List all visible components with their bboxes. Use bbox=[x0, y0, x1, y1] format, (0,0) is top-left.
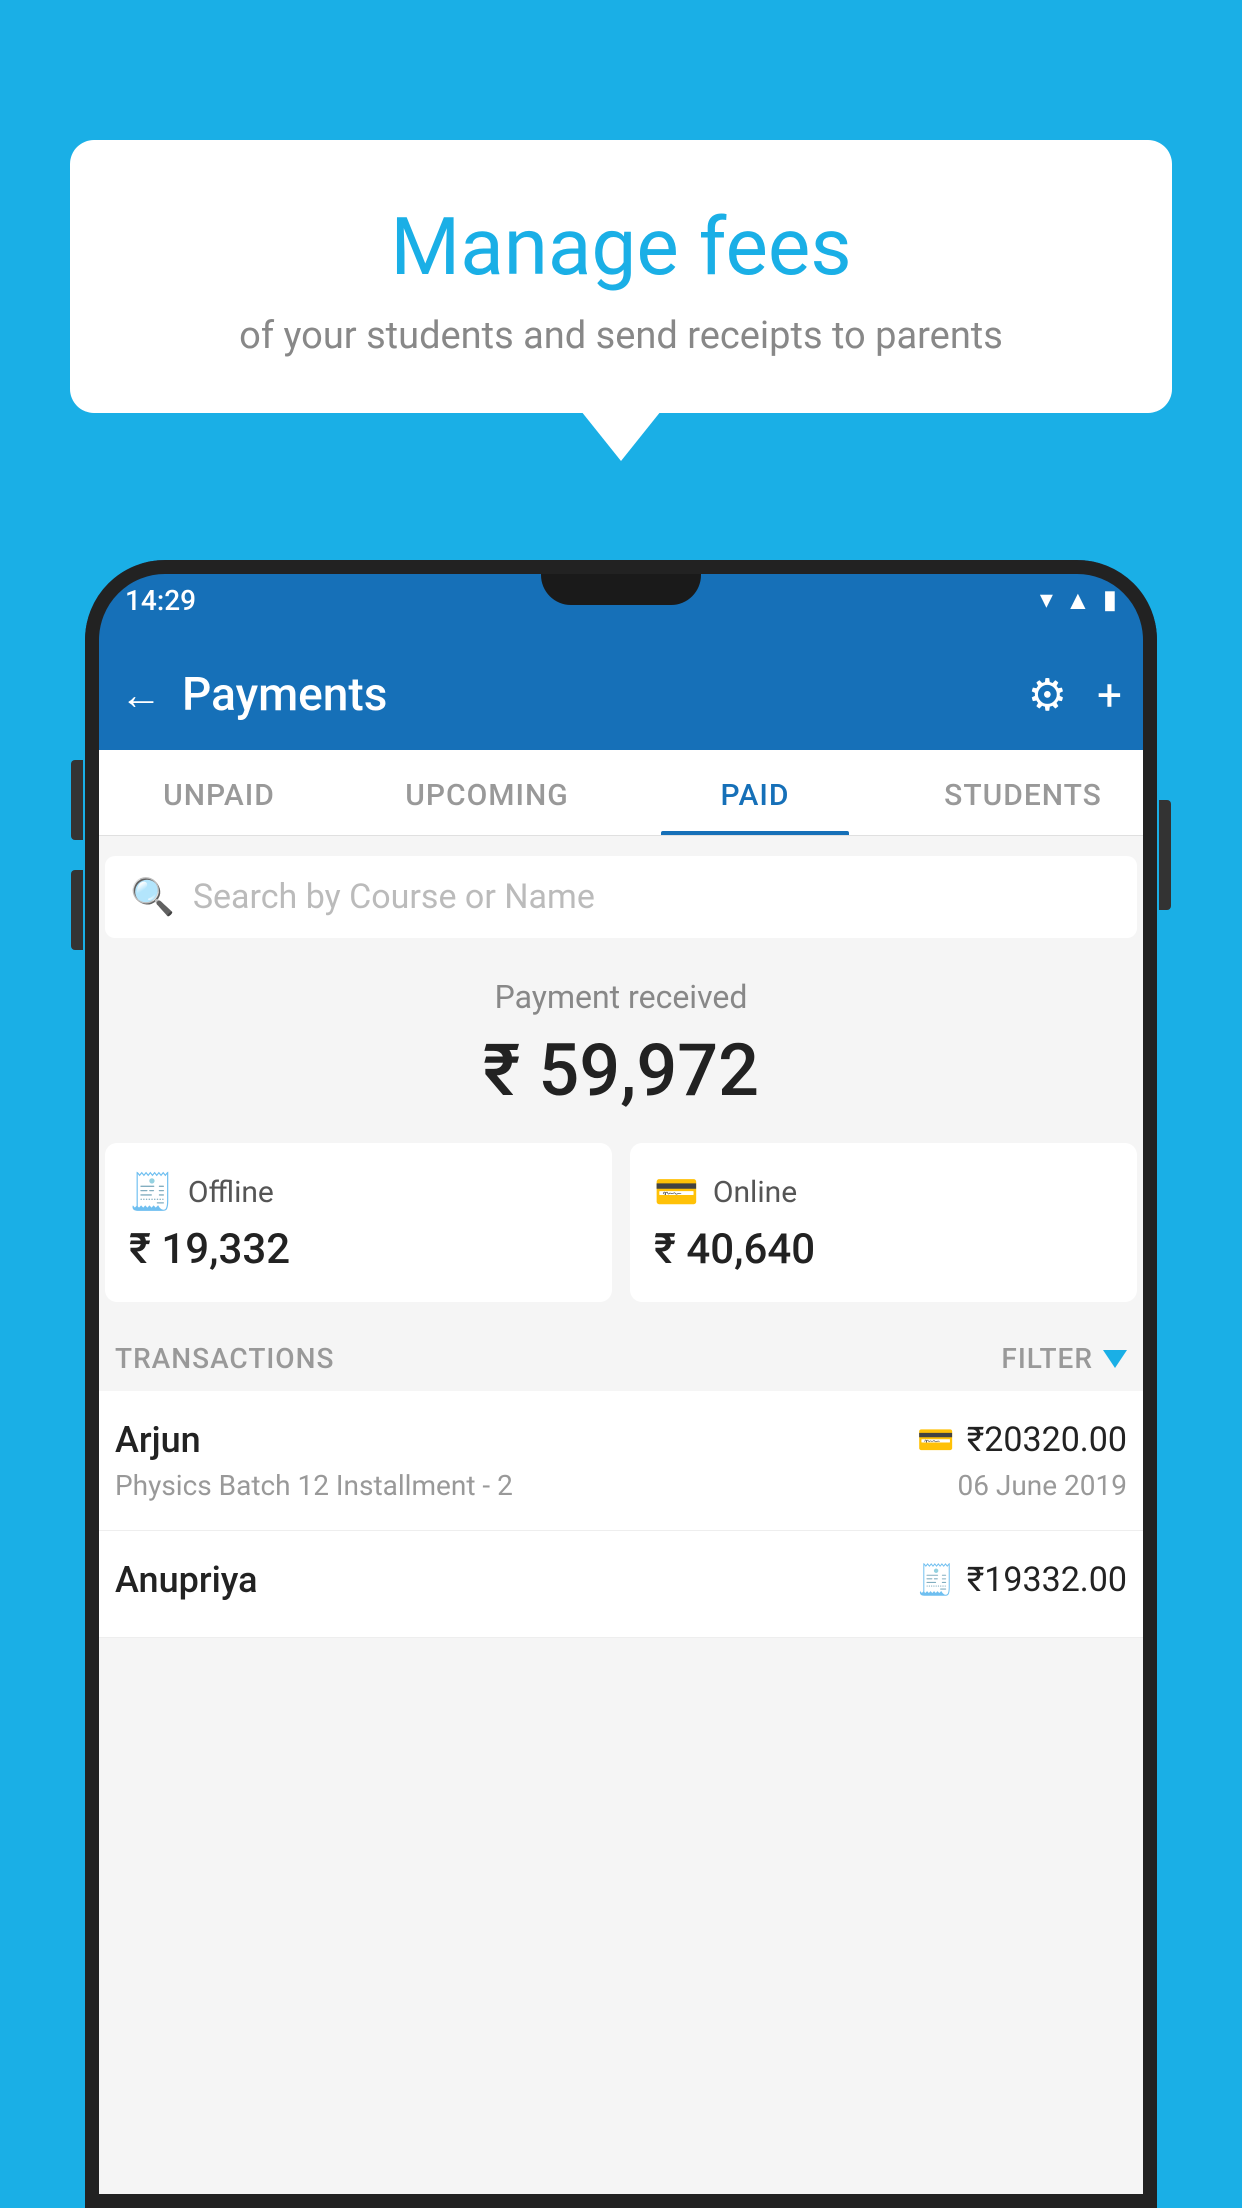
payment-received-amount: ₹ 59,972 bbox=[105, 1028, 1137, 1113]
status-icons: ▾ ▲ ▮ bbox=[1040, 585, 1117, 616]
volume-up-button bbox=[71, 760, 83, 840]
online-card-header: 💳 Online bbox=[654, 1171, 1113, 1213]
transaction-name-arjun: Arjun bbox=[115, 1419, 201, 1461]
transaction-course-arjun: Physics Batch 12 Installment - 2 bbox=[115, 1469, 513, 1502]
app-header: ← Payments ⚙ + bbox=[85, 640, 1157, 750]
online-amount: ₹ 40,640 bbox=[654, 1225, 1113, 1274]
app-content: 🔍 Search by Course or Name Payment recei… bbox=[85, 836, 1157, 2208]
cash-pay-icon: 🧾 bbox=[917, 1563, 954, 1598]
transactions-label: TRANSACTIONS bbox=[115, 1342, 334, 1375]
add-icon[interactable]: + bbox=[1097, 669, 1122, 721]
transaction-amount-wrapper-arjun: 💳 ₹20320.00 bbox=[917, 1420, 1127, 1460]
status-time: 14:29 bbox=[125, 584, 196, 617]
payment-received-section: Payment received ₹ 59,972 bbox=[85, 938, 1157, 1143]
signal-icon: ▲ bbox=[1065, 585, 1091, 616]
bubble-subtitle: of your students and send receipts to pa… bbox=[120, 314, 1122, 358]
transaction-date-arjun: 06 June 2019 bbox=[957, 1469, 1127, 1502]
filter-button[interactable]: FILTER bbox=[1001, 1342, 1127, 1375]
tab-paid[interactable]: PAID bbox=[621, 750, 889, 835]
online-card: 💳 Online ₹ 40,640 bbox=[630, 1143, 1137, 1302]
online-label: Online bbox=[713, 1175, 797, 1210]
volume-down-button bbox=[71, 870, 83, 950]
offline-amount: ₹ 19,332 bbox=[129, 1225, 588, 1274]
filter-icon bbox=[1103, 1350, 1127, 1368]
transaction-name-anupriya: Anupriya bbox=[115, 1559, 258, 1601]
tab-unpaid[interactable]: UNPAID bbox=[85, 750, 353, 835]
search-input[interactable]: Search by Course or Name bbox=[193, 877, 595, 917]
filter-label: FILTER bbox=[1001, 1342, 1093, 1375]
transaction-top-anupriya: Anupriya 🧾 ₹19332.00 bbox=[115, 1559, 1127, 1601]
transaction-top-arjun: Arjun 💳 ₹20320.00 bbox=[115, 1419, 1127, 1461]
header-title: Payments bbox=[182, 668, 1028, 722]
search-icon: 🔍 bbox=[130, 876, 175, 918]
bubble-title: Manage fees bbox=[120, 200, 1122, 294]
online-icon: 💳 bbox=[654, 1171, 699, 1213]
transactions-header: TRANSACTIONS FILTER bbox=[85, 1322, 1157, 1391]
battery-icon: ▮ bbox=[1103, 585, 1117, 615]
offline-icon: 🧾 bbox=[129, 1171, 174, 1213]
tab-students[interactable]: STUDENTS bbox=[889, 750, 1157, 835]
cards-row: 🧾 Offline ₹ 19,332 💳 Online ₹ 40,640 bbox=[105, 1143, 1137, 1302]
speech-bubble: Manage fees of your students and send re… bbox=[70, 140, 1172, 413]
transaction-row: Arjun 💳 ₹20320.00 Physics Batch 12 Insta… bbox=[85, 1391, 1157, 1531]
transaction-bottom-arjun: Physics Batch 12 Installment - 2 06 June… bbox=[115, 1469, 1127, 1502]
wifi-icon: ▾ bbox=[1040, 585, 1053, 615]
offline-card: 🧾 Offline ₹ 19,332 bbox=[105, 1143, 612, 1302]
search-bar[interactable]: 🔍 Search by Course or Name bbox=[105, 856, 1137, 938]
back-button[interactable]: ← bbox=[120, 671, 162, 720]
offline-label: Offline bbox=[188, 1175, 274, 1210]
notch bbox=[541, 560, 701, 605]
payment-received-label: Payment received bbox=[105, 978, 1137, 1016]
transaction-amount-wrapper-anupriya: 🧾 ₹19332.00 bbox=[917, 1560, 1127, 1600]
transaction-amount-anupriya: ₹19332.00 bbox=[967, 1560, 1127, 1600]
phone-mockup: 14:29 ▾ ▲ ▮ ← Payments ⚙ + UNPAID UPCOMI… bbox=[85, 560, 1157, 2208]
transaction-amount-arjun: ₹20320.00 bbox=[967, 1420, 1127, 1460]
tabs-bar: UNPAID UPCOMING PAID STUDENTS bbox=[85, 750, 1157, 836]
tab-upcoming[interactable]: UPCOMING bbox=[353, 750, 621, 835]
power-button bbox=[1159, 800, 1171, 910]
transaction-row-anupriya: Anupriya 🧾 ₹19332.00 bbox=[85, 1531, 1157, 1638]
settings-icon[interactable]: ⚙ bbox=[1028, 669, 1067, 721]
offline-card-header: 🧾 Offline bbox=[129, 1171, 588, 1213]
header-icons: ⚙ + bbox=[1028, 669, 1122, 721]
card-pay-icon: 💳 bbox=[917, 1423, 954, 1458]
status-bar: 14:29 ▾ ▲ ▮ bbox=[85, 560, 1157, 640]
